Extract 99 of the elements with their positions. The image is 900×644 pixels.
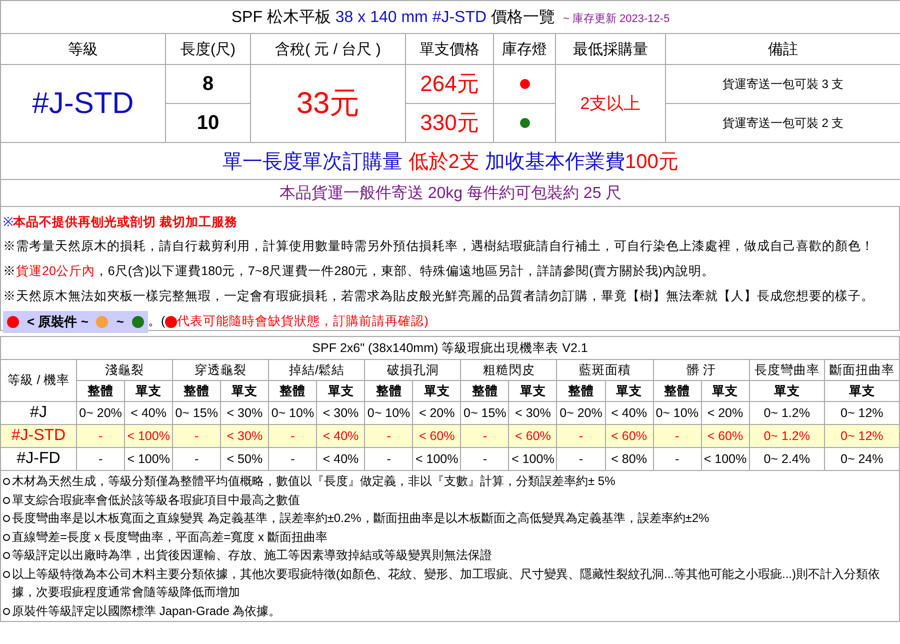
column-header: 等級 / 機率 xyxy=(0,360,76,402)
column-header: 含稅( 元 / 台尺 ) xyxy=(250,34,406,64)
table-cell: < 100% xyxy=(124,424,173,448)
column-header: 斷面扭曲率 xyxy=(824,360,900,380)
table-cell: 0~ 24% xyxy=(824,448,900,470)
column-header: 藍斑面積 xyxy=(556,360,654,380)
column-header: 整體 xyxy=(556,380,606,402)
table-cell: < 100% xyxy=(412,448,461,470)
column-header: 粗糙閃皮 xyxy=(460,360,557,380)
page-title: SPF 松木平板 38 x 140 mm #J-STD 價格一覽 xyxy=(231,8,555,26)
column-header: 整體 xyxy=(653,380,702,402)
column-header: 單支 xyxy=(605,380,654,402)
grade-cell: #J-STD xyxy=(0,424,76,448)
table-cell: - xyxy=(460,424,509,448)
bullet-icon xyxy=(3,496,10,504)
table-cell: - xyxy=(172,448,221,470)
table-cell: - xyxy=(172,424,221,448)
column-header: 單支 xyxy=(824,380,900,402)
column-header: 髒 汙 xyxy=(653,360,750,380)
table-cell: - xyxy=(268,448,317,470)
table-cell: < 50% xyxy=(220,448,269,470)
notice-text: ※需考量天然原木的損耗，請自行裁剪利用，計算使用數量時需另外預估損耗率，遇樹結瑕疵請自行補土，可自行染色上漆處裡，做成自己喜歡的顏色！ xyxy=(3,238,874,255)
column-header: 長度彎曲率 xyxy=(749,360,824,380)
grade-cell: #J-FD xyxy=(0,448,76,470)
notice-text: ※貨運20公斤內，6尺(含)以下運費180元，7~8尺運費一件280元，東部、特殊偏遠地區另計，詳請參閱(賣方關於我)內說明。 xyxy=(3,263,714,280)
length-cell: 8 xyxy=(166,64,250,104)
table-cell: - xyxy=(364,448,413,470)
bullet-icon xyxy=(3,570,10,578)
bullet-icon xyxy=(3,608,10,614)
shipping-note: 本品貨運一般件寄送 20kg 每件約可包裝約 25 尺 xyxy=(279,184,622,202)
update-date: ~ 庫存更新 2023-12-5 xyxy=(563,12,670,24)
table-cell: - xyxy=(653,424,702,448)
price-cell: 330元 xyxy=(406,104,494,142)
column-header: 單支 xyxy=(508,380,557,402)
remark-text: 原裝件等級評定以國際標準 Japan-Grade 為依據。 xyxy=(12,602,281,620)
legend-text: 。( xyxy=(148,313,166,330)
grade-label: #J-STD xyxy=(0,64,166,142)
notice-text: ※本品不提供再刨光或剖切 裁切加工服務 xyxy=(3,214,238,230)
unit-price: 33元 xyxy=(250,64,406,142)
remark-text: 長度彎曲率是以木板寬面之直線變異 為定義基準，誤差率約±0.2%，斷面扭曲率是以木板斷面之高低變異為定義基準，誤差率約±2% xyxy=(12,510,710,527)
column-header: 掉結/鬆結 xyxy=(268,360,365,380)
column-header: 整體 xyxy=(172,380,221,402)
bullet-icon xyxy=(3,534,10,540)
surcharge-notice: 單一長度單次訂購量 低於2支 加收基本作業費100元 xyxy=(222,150,678,172)
column-header: 單支價格 xyxy=(406,34,494,64)
min-order: 2支以上 xyxy=(556,64,666,142)
table-cell: 0~ 2.4% xyxy=(749,448,824,470)
table-cell: < 30% xyxy=(220,424,269,448)
column-header: 破損孔洞 xyxy=(364,360,461,380)
bullet-icon xyxy=(3,552,10,559)
column-header: 長度(尺) xyxy=(166,34,250,64)
table-cell: < 60% xyxy=(508,424,557,448)
remark-text: 以上等級特徵為本公司木料主要分類依據，其他次要瑕疵特徵(如顏色、花紋、變形、加工瑕疵、尺寸變異、隱藏性裂紋孔洞...等其他可能之小瑕疵...)則不計入分類依據，次要瑕疵程度通常會隨等級降低而增加 xyxy=(12,566,881,601)
column-header: 單支 xyxy=(124,380,173,402)
notice-text: ※天然原木無法如夾板一樣完整無瑕，一定會有瑕疵損耗，若需求為貼皮般光鮮亮麗的品質者請勿訂購，畢竟【樹】無法牽就【人】長成您想要的樣子。 xyxy=(3,288,874,305)
table-cell: < 60% xyxy=(701,424,750,448)
remark-text: 木材為天然生成，等級分類僅為整體平均值概略，數值以『長度』做定義，非以『支數』計算，分類誤差率約± 5% xyxy=(12,473,616,490)
table-cell: - xyxy=(76,448,125,470)
column-header: 整體 xyxy=(364,380,413,402)
column-header: 單支 xyxy=(412,380,461,402)
column-header: 單支 xyxy=(316,380,365,402)
column-header: 單支 xyxy=(701,380,750,402)
table-cell: 0~ 1.2% xyxy=(749,424,824,448)
remark-text: 單支綜合瑕疵率會低於該等級各瑕疵項目中最高之數值 xyxy=(12,492,300,508)
remark-text: 等級評定以出廠時為準，出貨後因運輸、存放、施工等因素導致掉結或等級變異則無法保證 xyxy=(12,547,492,564)
column-header: 單支 xyxy=(220,380,269,402)
table-cell: < 40% xyxy=(316,448,365,470)
column-header: 等級 xyxy=(0,34,166,64)
column-header: 庫存燈 xyxy=(494,34,556,64)
table-cell: < 60% xyxy=(412,424,461,448)
bullet-icon xyxy=(3,478,10,485)
legend-text: < 原裝件 ~ xyxy=(27,312,88,330)
table-title: SPF 2x6" (38x140mm) 等級瑕疵出現機率表 V2.1 xyxy=(312,340,588,354)
table-cell: - xyxy=(556,424,606,448)
column-header: 整體 xyxy=(268,380,317,402)
column-header: 單支 xyxy=(749,380,824,402)
column-header: 整體 xyxy=(460,380,509,402)
table-cell: - xyxy=(460,448,509,470)
remark-text: 直線彎差=長度 x 長度彎曲率，平面高差=寬度 x 斷面扭曲率 xyxy=(12,528,328,546)
table-cell: - xyxy=(76,424,125,448)
table-cell: - xyxy=(653,448,702,470)
table-cell: - xyxy=(268,424,317,448)
table-cell: < 100% xyxy=(508,448,557,470)
table-cell: < 40% xyxy=(316,424,365,448)
table-cell: < 60% xyxy=(605,424,654,448)
table-cell: < 100% xyxy=(701,448,750,470)
table-cell: - xyxy=(556,448,606,470)
table-cell: - xyxy=(364,424,413,448)
table-cell: < 80% xyxy=(605,448,654,470)
column-header: 整體 xyxy=(76,380,125,402)
column-header: 穿透龜裂 xyxy=(172,360,269,380)
table-cell: 0~ 12% xyxy=(824,424,900,448)
price-cell: 264元 xyxy=(406,64,494,104)
column-header: 最低採購量 xyxy=(556,34,666,64)
table-cell: < 100% xyxy=(124,448,173,470)
column-header: 淺龜裂 xyxy=(76,360,173,380)
warning-text: 代表可能隨時會缺貨狀態，訂購前請再確認) xyxy=(177,313,428,330)
legend-text: ~ xyxy=(116,314,124,329)
bullet-icon xyxy=(3,515,10,522)
